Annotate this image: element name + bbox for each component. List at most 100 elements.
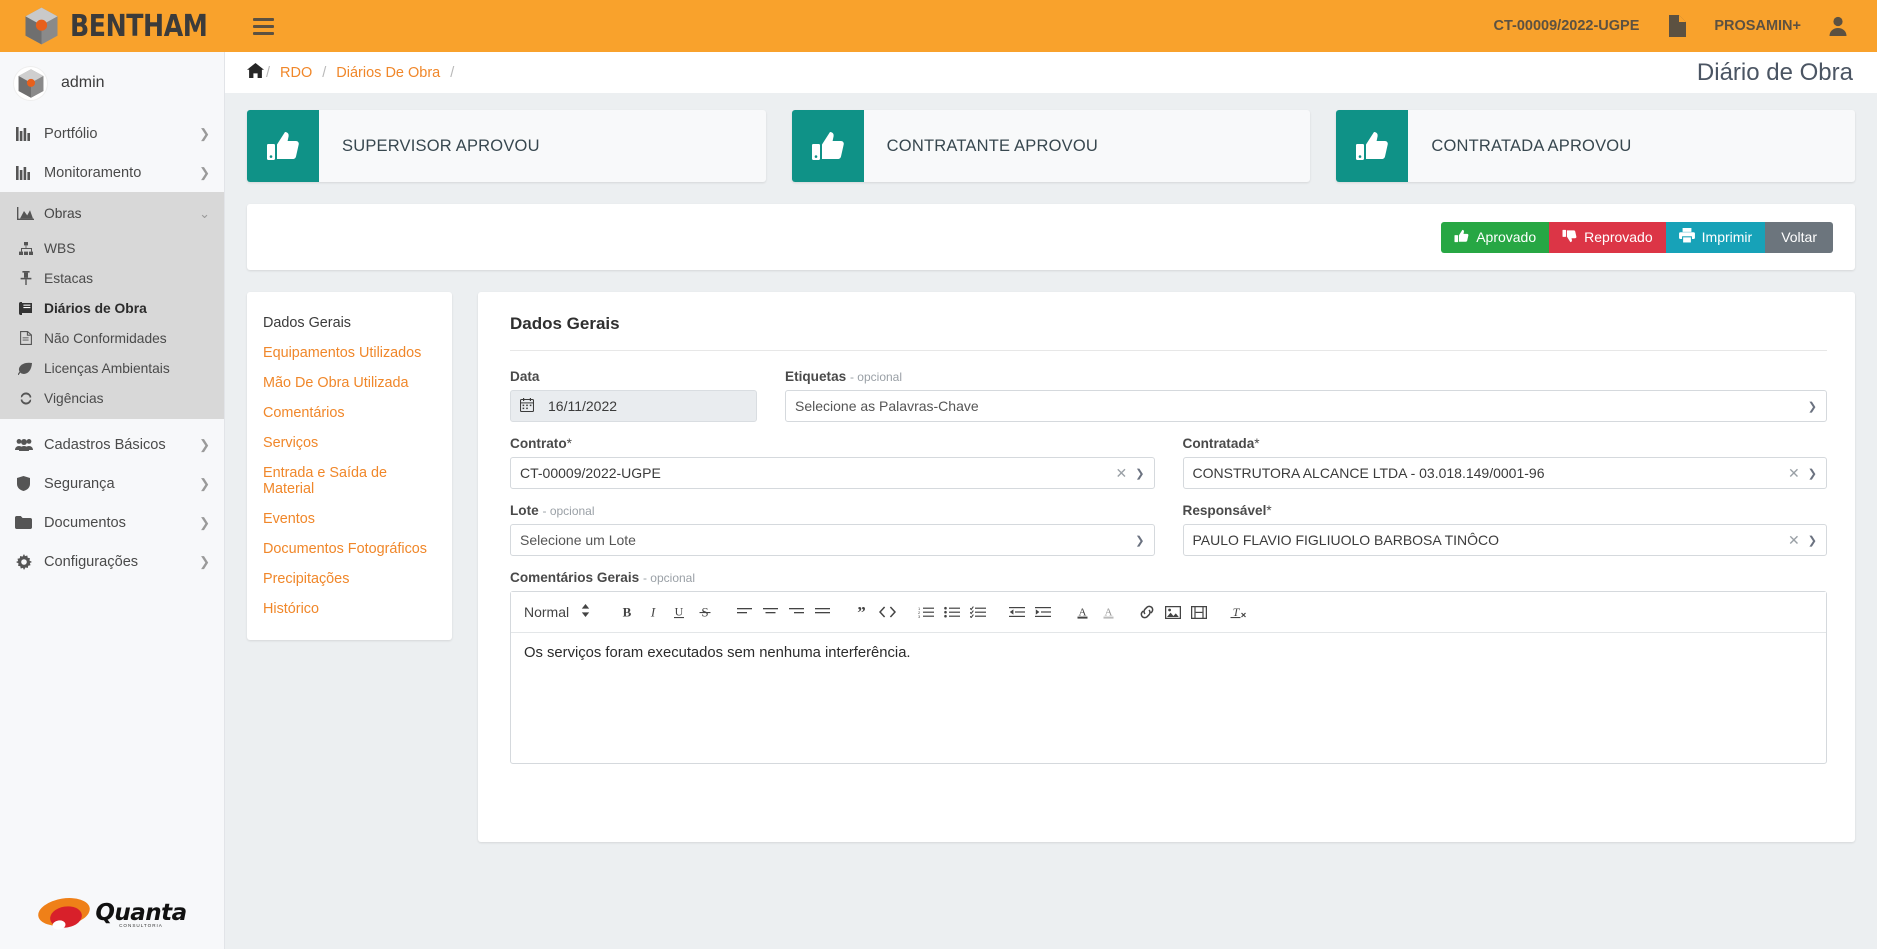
italic-icon[interactable]: I (640, 599, 666, 625)
chevron-right-icon: ❯ (199, 514, 210, 530)
sidebar-item-documentos[interactable]: Documentos ❯ (0, 503, 224, 542)
aprovado-button[interactable]: Aprovado (1441, 221, 1550, 253)
breadcrumb-separator: / (322, 64, 327, 81)
sidebar-item-licencas-ambientais[interactable]: Licenças Ambientais (0, 353, 224, 383)
clear-formatting-icon[interactable]: T (1225, 599, 1251, 625)
tab-documentos-fotograficos[interactable]: Documentos Fotográficos (247, 534, 452, 564)
tab-entrada-e-saida-de-material[interactable]: Entrada e Saída de Material (247, 458, 452, 504)
sidebar-item-monitoramento[interactable]: Monitoramento ❯ (0, 153, 224, 192)
chevron-down-icon[interactable]: ❯ (1135, 534, 1144, 547)
link-icon[interactable] (1134, 599, 1160, 625)
contrato-select[interactable]: CT-00009/2022-UGPE ✕ ❯ (510, 457, 1155, 489)
chevron-down-icon[interactable]: ❯ (1135, 467, 1144, 480)
align-center-icon[interactable] (757, 599, 783, 625)
tab-historico[interactable]: Histórico (247, 594, 452, 624)
field-label: Contratada* (1182, 436, 1260, 451)
blockquote-icon[interactable]: ” (848, 599, 874, 625)
editor-content[interactable]: Os serviços foram executados sem nenhuma… (511, 633, 1826, 763)
align-justify-icon[interactable] (809, 599, 835, 625)
format-picker[interactable]: Normal (520, 604, 597, 620)
approval-card-contratada: CONTRATADA APROVOU (1336, 110, 1856, 182)
field-data: Data 16/11/2022 (510, 369, 757, 422)
users-group-icon (14, 438, 33, 451)
sidebar-item-diarios-de-obra[interactable]: Diários de Obra (0, 293, 224, 323)
lote-select[interactable]: Selecione um Lote ❯ (510, 524, 1155, 556)
ordered-list-icon[interactable]: 123 (913, 599, 939, 625)
sidebar-item-configuracoes[interactable]: Configurações ❯ (0, 542, 224, 581)
field-label: Responsável* (1182, 503, 1272, 518)
sidebar-item-label: Vigências (44, 390, 104, 406)
clear-icon[interactable]: ✕ (1788, 465, 1800, 482)
main-area: / RDO / Diários De Obra / Diário de Obra… (225, 52, 1877, 949)
hamburger-menu-icon[interactable] (237, 0, 289, 52)
sidebar-item-nao-conformidades[interactable]: Não Conformidades (0, 323, 224, 353)
sidebar-item-obras[interactable]: Obras ⌄ (0, 194, 224, 233)
sidebar-item-label: Obras (44, 206, 82, 221)
chevron-down-icon[interactable]: ❯ (1808, 534, 1817, 547)
sidebar-item-estacas[interactable]: Estacas (0, 263, 224, 293)
voltar-button[interactable]: Voltar (1765, 221, 1833, 253)
background-color-icon[interactable]: A (1095, 599, 1121, 625)
etiquetas-select[interactable]: Selecione as Palavras-Chave ❯ (785, 390, 1827, 422)
field-contratada: Contratada* CONSTRUTORA ALCANCE LTDA - 0… (1182, 436, 1827, 489)
breadcrumb-item-diarios-de-obra[interactable]: Diários De Obra (328, 65, 448, 81)
responsavel-select[interactable]: PAULO FLAVIO FIGLIUOLO BARBOSA TINÔCO ✕ … (1182, 524, 1827, 556)
tab-mao-de-obra-utilizada[interactable]: Mão De Obra Utilizada (247, 368, 452, 398)
breadcrumb-item-rdo[interactable]: RDO (272, 65, 320, 81)
tab-eventos[interactable]: Eventos (247, 504, 452, 534)
outdent-icon[interactable] (1004, 599, 1030, 625)
tab-servicos[interactable]: Serviços (247, 428, 452, 458)
quanta-swoosh-icon (38, 898, 91, 930)
clear-icon[interactable]: ✕ (1116, 465, 1128, 482)
tab-comentarios[interactable]: Comentários (247, 398, 452, 428)
bullet-list-icon[interactable] (939, 599, 965, 625)
project-selector[interactable]: PROSAMIN+ (1698, 0, 1817, 52)
updown-chevron-icon (581, 604, 590, 620)
align-right-icon[interactable] (783, 599, 809, 625)
top-bar: BENTHAM CT-00009/2022-UGPE PROSAMIN+ (0, 0, 1877, 52)
home-icon[interactable] (247, 62, 264, 83)
sidebar-user[interactable]: admin (0, 52, 224, 114)
sidebar-item-seguranca[interactable]: Segurança ❯ (0, 464, 224, 503)
rich-text-editor: Normal B I U S (510, 591, 1827, 764)
cube-logo-icon (25, 7, 58, 45)
sidebar-item-cadastros-basicos[interactable]: Cadastros Básicos ❯ (0, 425, 224, 464)
approval-card-label: CONTRATANTE APROVOU (886, 136, 1098, 155)
user-account-icon[interactable] (1817, 0, 1859, 52)
clear-icon[interactable]: ✕ (1788, 532, 1800, 549)
chevron-down-icon[interactable]: ❯ (1808, 467, 1817, 480)
tab-precipitacoes[interactable]: Precipitações (247, 564, 452, 594)
contract-selector[interactable]: CT-00009/2022-UGPE (1477, 0, 1655, 52)
tab-equipamentos-utilizados[interactable]: Equipamentos Utilizados (247, 338, 452, 368)
divider (510, 350, 1827, 351)
check-list-icon[interactable] (965, 599, 991, 625)
video-icon[interactable] (1186, 599, 1212, 625)
underline-icon[interactable]: U (666, 599, 692, 625)
data-input[interactable]: 16/11/2022 (510, 390, 757, 422)
reprovado-button[interactable]: Reprovado (1549, 221, 1666, 253)
chevron-right-icon: ❯ (199, 436, 210, 452)
indent-icon[interactable] (1030, 599, 1056, 625)
strikethrough-icon[interactable]: S (692, 599, 718, 625)
chevron-down-icon[interactable]: ❯ (1808, 400, 1817, 413)
sidebar-item-vigencias[interactable]: Vigências (0, 383, 224, 413)
tab-dados-gerais[interactable]: Dados Gerais (247, 308, 452, 338)
imprimir-button[interactable]: Imprimir (1665, 221, 1766, 253)
code-block-icon[interactable] (874, 599, 900, 625)
quanta-logo: Quanta CONSULTORIA (0, 897, 224, 931)
contratada-select[interactable]: CONSTRUTORA ALCANCE LTDA - 03.018.149/00… (1182, 457, 1827, 489)
form-row-3: Lote - opcional Selecione um Lote ❯ Resp… (510, 503, 1827, 556)
sidebar-item-wbs[interactable]: WBS (0, 233, 224, 263)
sidebar-item-portfolio[interactable]: Portfólio ❯ (0, 114, 224, 153)
responsavel-value: PAULO FLAVIO FIGLIUOLO BARBOSA TINÔCO (1192, 532, 1500, 548)
gear-icon (14, 553, 33, 570)
bold-icon[interactable]: B (614, 599, 640, 625)
field-label: Comentários Gerais - opcional (510, 570, 695, 585)
align-left-icon[interactable] (731, 599, 757, 625)
sidebar-item-label: Documentos (44, 514, 126, 531)
image-icon[interactable] (1160, 599, 1186, 625)
brand-logo[interactable]: BENTHAM (0, 0, 225, 52)
chevron-right-icon: ❯ (199, 553, 210, 569)
text-color-icon[interactable]: A (1069, 599, 1095, 625)
document-icon[interactable] (1655, 0, 1698, 52)
